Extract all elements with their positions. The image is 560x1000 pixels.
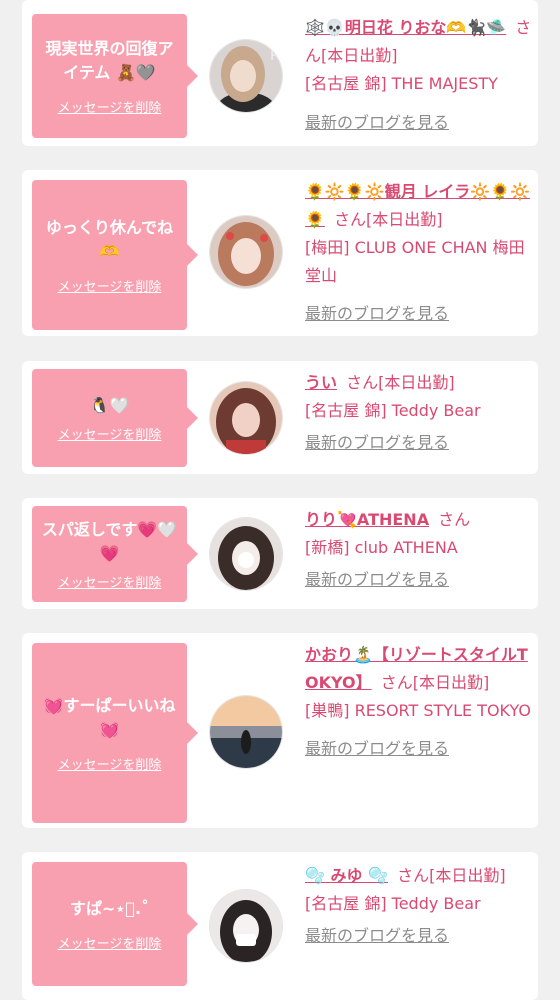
message-card: すぱ~⋆͛.˚ メッセージを削除 🫧 みゆ 🫧 さん[本日出勤] [名古屋 錦]… [22,852,538,1000]
avatar-photo [210,696,282,768]
shop-name: [名古屋 錦] Teddy Bear [305,401,481,420]
avatar[interactable] [210,518,282,590]
avatar[interactable]: R [210,40,282,112]
latest-blog-link[interactable]: 最新のブログを見る [305,566,449,594]
message-card: 💓すーぱーいいね💓 メッセージを削除 かおり🏝️【リゾートスタイルTOKYO】 … [22,633,538,828]
message-card: スパ返しです💗🤍💗 メッセージを削除 りり💘ATHENA さん [新橋] clu… [22,498,538,609]
delete-message-link[interactable]: メッセージを削除 [58,97,162,116]
status-label: [本日出勤] [412,673,490,692]
san-label: さん [397,866,430,885]
message-bubble: スパ返しです💗🤍💗 メッセージを削除 [32,506,198,602]
message-card: ゆっくり休んでね🫶 メッセージを削除 🌻🔆🌻🔆観月 レイラ🔆🌻🔆🌻 さん[本日出… [22,170,538,336]
san-label: さん [438,510,471,529]
shop-name: [名古屋 錦] THE MAJESTY [305,74,498,93]
message-bubble: すぱ~⋆͛.˚ メッセージを削除 [32,862,198,986]
san-label: さん [346,373,379,392]
avatar[interactable] [210,382,282,454]
delete-message-link[interactable]: メッセージを削除 [58,933,162,952]
delete-message-link[interactable]: メッセージを削除 [58,424,162,443]
girl-info: りり💘ATHENA さん [新橋] club ATHENA 最新のブログを見る [305,506,533,594]
message-bubble: 🐧🤍 メッセージを削除 [32,369,198,467]
girl-info: 🌻🔆🌻🔆観月 レイラ🔆🌻🔆🌻 さん[本日出勤] [梅田] CLUB ONE CH… [305,178,533,328]
shop-name: [梅田] CLUB ONE CHAN 梅田堂山 [305,238,525,285]
avatar[interactable] [210,696,282,768]
latest-blog-link[interactable]: 最新のブログを見る [305,429,449,457]
message-text: 現実世界の回復アイテム 🧸🩶 [45,38,174,82]
message-text: 💓すーぱーいいね💓 [43,695,176,739]
svg-text:R: R [270,48,280,64]
message-bubble: ゆっくり休んでね🫶 メッセージを削除 [32,180,198,330]
san-label: さん [380,673,413,692]
girl-info: かおり🏝️【リゾートスタイルTOKYO】 さん[本日出勤] [巣鴨] RESOR… [305,641,533,763]
message-text: すぱ~⋆͛.˚ [69,898,150,918]
message-text: 🐧🤍 [89,395,130,415]
girl-name-link[interactable]: うい [305,373,337,392]
avatar-photo [210,518,282,590]
girl-name-link[interactable]: りり💘ATHENA [305,510,429,529]
status-label: [本日出勤] [429,866,506,885]
latest-blog-link[interactable]: 最新のブログを見る [305,109,449,137]
latest-blog-link[interactable]: 最新のブログを見る [305,922,449,950]
avatar[interactable] [210,890,282,962]
girl-info: 🕸️💀明日花 りおな🫶🐈‍⬛🛸 さん[本日出勤] [名古屋 錦] THE MAJ… [305,14,533,137]
delete-message-link[interactable]: メッセージを削除 [58,572,162,591]
delete-message-link[interactable]: メッセージを削除 [58,276,162,295]
message-card: 🐧🤍 メッセージを削除 うい さん[本日出勤] [名古屋 錦] Teddy Be… [22,361,538,474]
message-text: スパ返しです💗🤍💗 [41,519,178,563]
message-text: ゆっくり休んでね🫶 [45,217,174,261]
message-card: 現実世界の回復アイテム 🧸🩶 メッセージを削除 R 🕸️💀明日花 りおな🫶🐈‍⬛… [22,0,538,146]
delete-message-link[interactable]: メッセージを削除 [58,754,162,773]
girl-info: 🫧 みゆ 🫧 さん[本日出勤] [名古屋 錦] Teddy Bear 最新のブロ… [305,862,533,950]
avatar-photo [210,890,282,962]
status-label: [本日出勤] [378,373,455,392]
avatar-photo [210,382,282,454]
avatar[interactable] [210,216,282,288]
girl-info: うい さん[本日出勤] [名古屋 錦] Teddy Bear 最新のブログを見る [305,369,533,457]
status-label: [本日出勤] [366,210,443,229]
girl-name-link[interactable]: 🫧 みゆ 🫧 [305,866,388,885]
message-bubble: 💓すーぱーいいね💓 メッセージを削除 [32,643,198,823]
latest-blog-link[interactable]: 最新のブログを見る [305,300,449,328]
status-label: [本日出勤] [321,46,398,65]
shop-name: [名古屋 錦] Teddy Bear [305,894,481,913]
avatar-photo: R [210,40,282,112]
latest-blog-link[interactable]: 最新のブログを見る [305,735,449,763]
message-bubble: 現実世界の回復アイテム 🧸🩶 メッセージを削除 [32,14,198,138]
girl-name-link[interactable]: 🕸️💀明日花 りおな🫶🐈‍⬛🛸 [305,18,506,37]
shop-name: [新橋] club ATHENA [305,538,458,557]
avatar-photo [210,216,282,288]
shop-name: [巣鴨] RESORT STYLE TOKYO [305,701,531,720]
san-label: さん [334,210,367,229]
